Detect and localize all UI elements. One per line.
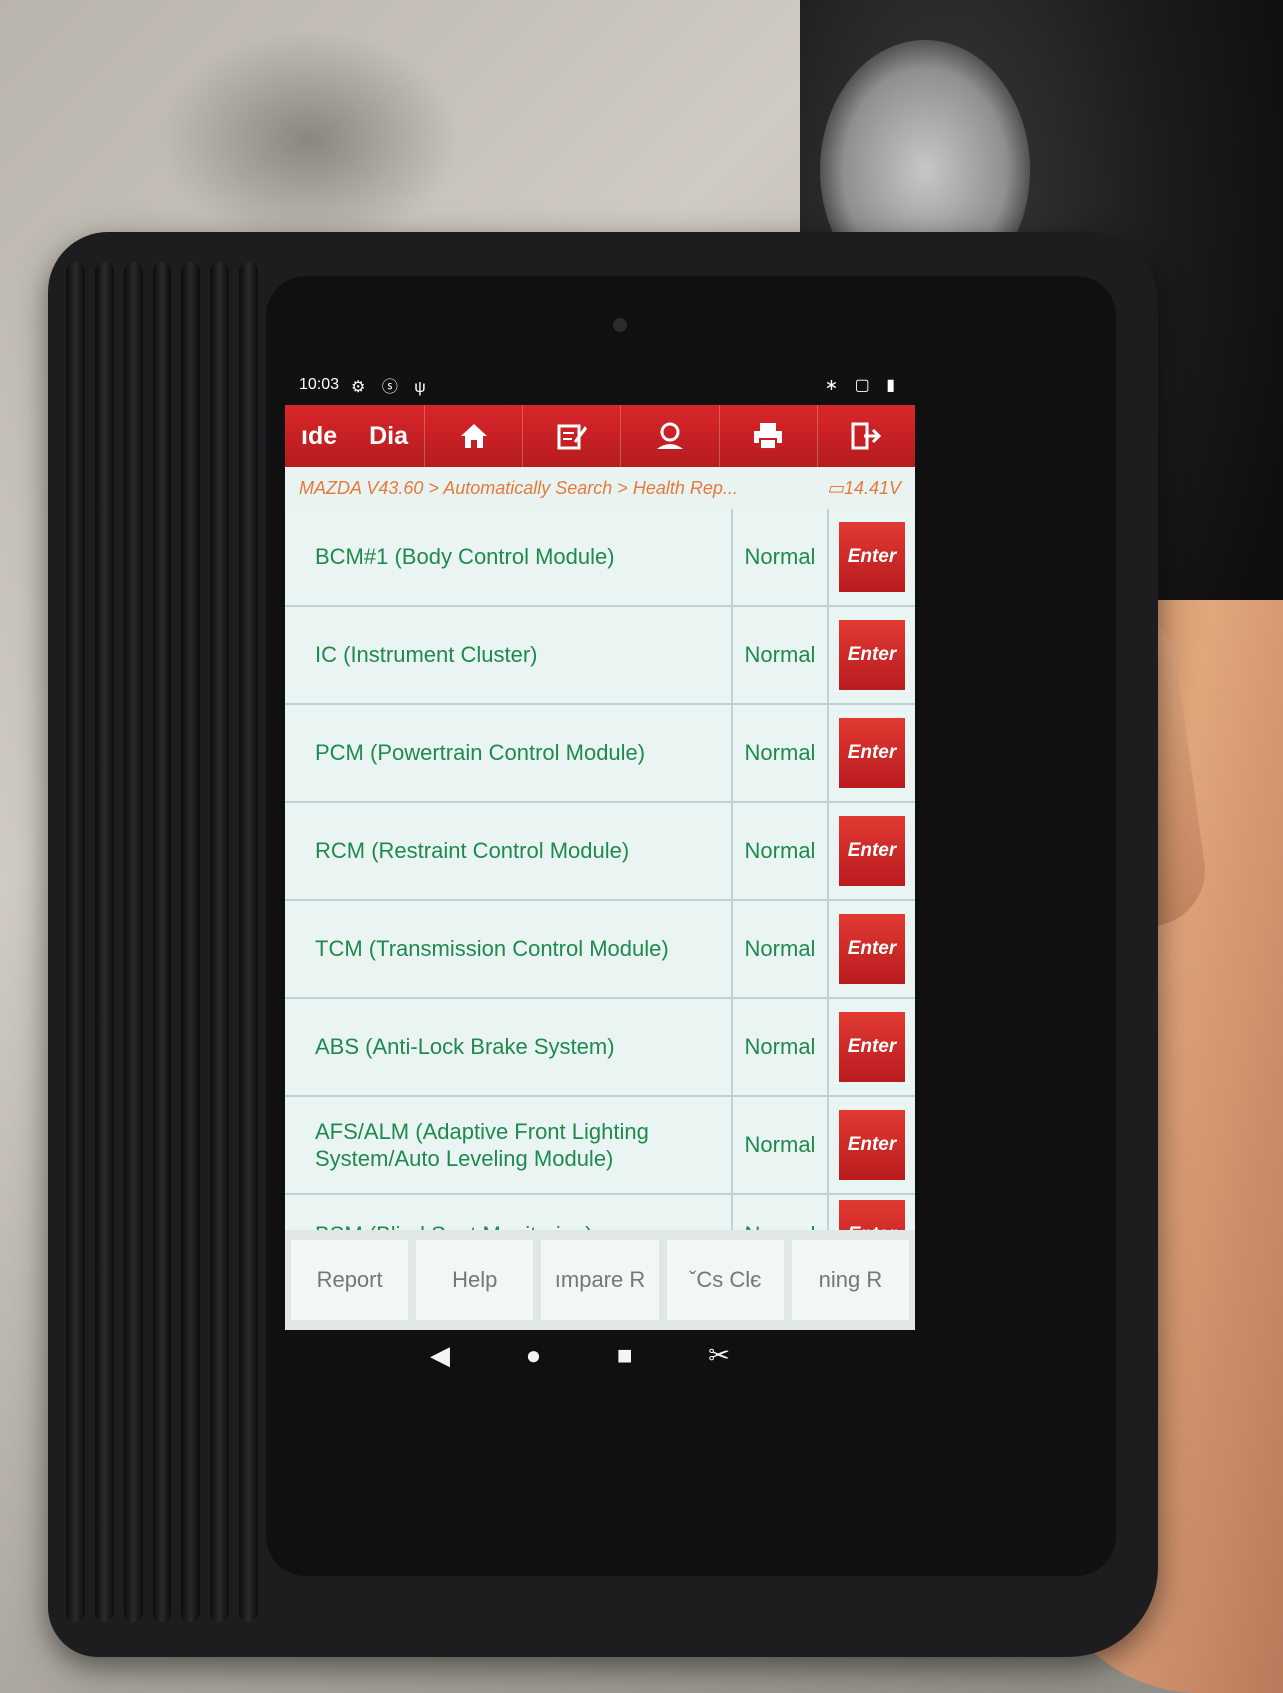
- breadcrumb: MAZDA V43.60 > Automatically Search > He…: [285, 467, 915, 509]
- back-icon[interactable]: ◀: [430, 1340, 450, 1371]
- breadcrumb-path: MAZDA V43.60 > Automatically Search > He…: [299, 477, 738, 498]
- status-left-icons: ⚙ ⓢ ψ: [351, 379, 432, 396]
- module-status: Normal: [733, 607, 829, 703]
- edit-note-button[interactable]: [522, 405, 620, 467]
- running-button[interactable]: ning R: [791, 1240, 910, 1320]
- user-support-button[interactable]: [620, 405, 718, 467]
- tab-mode[interactable]: ıde: [285, 422, 353, 451]
- home-nav-icon[interactable]: ●: [526, 1340, 542, 1371]
- module-status: Normal: [733, 999, 829, 1095]
- clear-dtcs-button[interactable]: ˇCs Clє: [666, 1240, 784, 1320]
- enter-button[interactable]: Enter: [839, 816, 905, 886]
- tab-diagnose[interactable]: Dia: [353, 422, 424, 451]
- module-status: Normal: [733, 803, 829, 899]
- home-icon: [460, 424, 487, 448]
- module-row: TCM (Transmission Control Module) Normal…: [285, 901, 915, 999]
- floor-background: [160, 30, 460, 250]
- module-name: AFS/ALM (Adaptive Front Lighting System/…: [285, 1097, 733, 1193]
- module-row: RCM (Restraint Control Module) Normal En…: [285, 803, 915, 901]
- module-status: Normal: [733, 705, 829, 801]
- screenshot-icon[interactable]: ✂: [708, 1340, 730, 1371]
- user-support-icon: [657, 422, 683, 449]
- module-row: ABS (Anti-Lock Brake System) Normal Ente…: [285, 999, 915, 1097]
- android-nav-bar: ◀ ● ■ ✂: [430, 1335, 730, 1375]
- enter-button[interactable]: Enter: [839, 1012, 905, 1082]
- printer-icon: [754, 423, 783, 450]
- enter-button[interactable]: Enter: [839, 1110, 905, 1180]
- rubber-grip: [48, 262, 259, 1622]
- print-button[interactable]: [718, 405, 817, 467]
- app-toolbar: ıde Dia: [285, 405, 915, 467]
- module-row: IC (Instrument Cluster) Normal Enter: [285, 607, 915, 705]
- recents-icon[interactable]: ■: [617, 1340, 633, 1371]
- status-bar: 10:03 ⚙ ⓢ ψ ∗ ▢ ▮: [285, 365, 915, 405]
- status-right-icons: ∗ ▢ ▮: [824, 377, 901, 394]
- module-status: Normal: [733, 1097, 829, 1193]
- module-name: RCM (Restraint Control Module): [285, 803, 733, 899]
- enter-button[interactable]: Enter: [839, 620, 905, 690]
- module-status: Normal: [733, 509, 829, 605]
- help-button[interactable]: Help: [416, 1240, 534, 1320]
- module-name: PCM (Powertrain Control Module): [285, 705, 733, 801]
- module-name: BCM#1 (Body Control Module): [285, 509, 733, 605]
- tablet-screen: 10:03 ⚙ ⓢ ψ ∗ ▢ ▮ ıde Dia MAZDA V43.60 >…: [285, 365, 915, 1330]
- module-row: PCM (Powertrain Control Module) Normal E…: [285, 705, 915, 803]
- enter-button[interactable]: Enter: [839, 914, 905, 984]
- exit-icon: [851, 422, 882, 450]
- module-row: AFS/ALM (Adaptive Front Lighting System/…: [285, 1097, 915, 1195]
- compare-button[interactable]: ımpare R: [541, 1240, 659, 1320]
- edit-note-icon: [557, 424, 587, 450]
- module-name: ABS (Anti-Lock Brake System): [285, 999, 733, 1095]
- module-name: TCM (Transmission Control Module): [285, 901, 733, 997]
- module-name: IC (Instrument Cluster): [285, 607, 733, 703]
- status-time: 10:03: [299, 376, 340, 393]
- battery-voltage: ▭14.41V: [826, 477, 901, 498]
- report-button[interactable]: Report: [291, 1240, 409, 1320]
- front-camera: [613, 318, 627, 332]
- home-button[interactable]: [424, 405, 522, 467]
- bottom-action-bar: Report Help ımpare R ˇCs Clє ning R: [285, 1230, 915, 1330]
- module-status: Normal: [733, 901, 829, 997]
- enter-button[interactable]: Enter: [839, 522, 905, 592]
- module-row: BCM#1 (Body Control Module) Normal Enter: [285, 509, 915, 607]
- module-list: BCM#1 (Body Control Module) Normal Enter…: [285, 509, 915, 1277]
- battery-icon: ▭: [826, 477, 844, 498]
- enter-button[interactable]: Enter: [839, 718, 905, 788]
- exit-button[interactable]: [816, 405, 915, 467]
